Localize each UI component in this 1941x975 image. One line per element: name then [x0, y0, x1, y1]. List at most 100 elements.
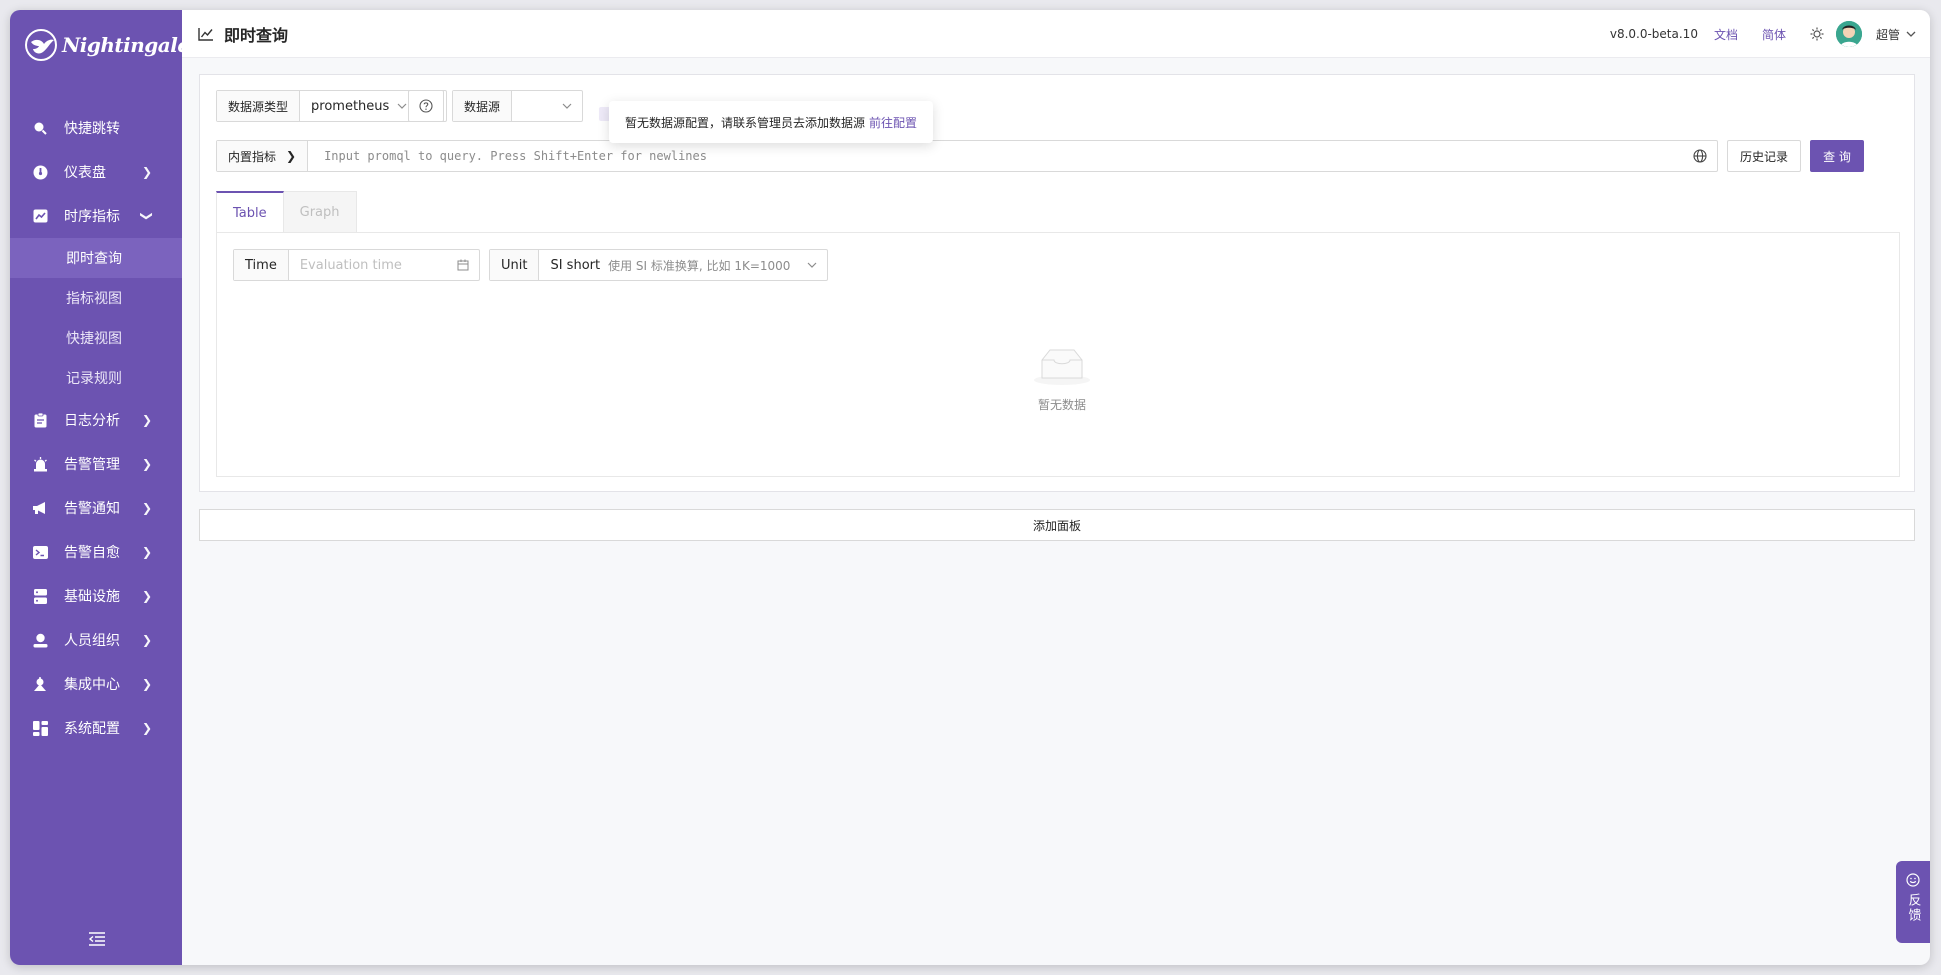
settings-grid-icon [32, 720, 48, 736]
feedback-label: 反馈 [1905, 893, 1921, 923]
sun-icon[interactable] [1810, 27, 1824, 41]
logo[interactable]: Nightingale [24, 28, 190, 62]
empty-state: 暂无数据 [1027, 346, 1097, 413]
sidebar-item-label: 集成中心 [64, 677, 120, 693]
sidebar-subitem-instant-query[interactable]: 即时查询 [10, 238, 182, 278]
chevron-right-icon: ❯ [141, 677, 152, 691]
sidebar-item-label: 基础设施 [64, 589, 120, 605]
globe-icon[interactable] [1693, 149, 1707, 163]
sidebar-item-alert-notification[interactable]: 告警通知 ❯ [10, 486, 182, 530]
tab-content: Time Evaluation time Unit SI short 使用 SI… [216, 232, 1900, 477]
tab-table[interactable]: Table [216, 191, 284, 233]
smile-icon [1906, 873, 1920, 887]
time-input[interactable]: Evaluation time [289, 258, 457, 273]
user-icon [32, 632, 48, 648]
page-title: 即时查询 [224, 25, 289, 45]
dashboard-icon [32, 164, 48, 180]
empty-text: 暂无数据 [1037, 398, 1086, 412]
avatar[interactable] [1835, 21, 1862, 47]
help-button[interactable] [408, 90, 444, 122]
history-button[interactable]: 历史记录 [1727, 140, 1801, 172]
sidebar-item-label: 告警自愈 [64, 545, 120, 561]
sidebar-item-dashboard[interactable]: 仪表盘 ❯ [10, 150, 182, 194]
sidebar-subitem-label: 快捷视图 [66, 331, 122, 347]
datasource-type-label: 数据源类型 [217, 91, 301, 121]
version-label: v8.0.0-beta.10 [1609, 27, 1698, 41]
chevron-right-icon: ❯ [141, 413, 152, 427]
chevron-right-icon: ❯ [141, 589, 152, 603]
promql-input[interactable]: Input promql to query. Press Shift+Enter… [308, 141, 1693, 171]
sidebar: Nightingale 快捷跳转 仪表盘 ❯ 时序指标 ❯ 即时查询 指标视图 … [10, 10, 190, 965]
chevron-down-icon [807, 262, 817, 268]
chevron-right-icon: ❯ [141, 501, 152, 515]
time-label: Time [234, 250, 289, 280]
clipboard-icon [32, 412, 48, 428]
user-name[interactable]: 超管 [1876, 26, 1900, 43]
chevron-down-icon[interactable] [1906, 31, 1916, 38]
sidebar-item-alert-management[interactable]: 告警管理 ❯ [10, 442, 182, 486]
chevron-right-icon: ❯ [141, 457, 152, 471]
sidebar-item-quick-jump[interactable]: 快捷跳转 [10, 106, 182, 150]
sidebar-item-integration-center[interactable]: 集成中心 ❯ [10, 662, 182, 706]
app-window: Nightingale 快捷跳转 仪表盘 ❯ 时序指标 ❯ 即时查询 指标视图 … [10, 10, 1930, 965]
avatar-image [1835, 21, 1862, 47]
sidebar-subitem-metric-view[interactable]: 指标视图 [10, 278, 182, 318]
add-panel-button[interactable]: 添加面板 [199, 509, 1915, 541]
sidebar-item-label: 日志分析 [64, 413, 120, 429]
top-header: 即时查询 v8.0.0-beta.10 文档 简体 超管 [182, 10, 1930, 58]
header-actions: v8.0.0-beta.10 文档 简体 超管 [1610, 10, 1916, 58]
evaluation-time-picker[interactable]: Time Evaluation time [233, 249, 480, 281]
chevron-right-icon: ❯ [141, 545, 152, 559]
popover-message: 暂无数据源配置，请联系管理员去添加数据源 [625, 115, 866, 130]
feedback-button[interactable]: 反馈 [1896, 861, 1930, 943]
sidebar-item-system-config[interactable]: 系统配置 ❯ [10, 706, 182, 750]
sidebar-item-alert-self-healing[interactable]: 告警自愈 ❯ [10, 530, 182, 574]
result-tabs: Table Graph [216, 191, 357, 233]
sidebar-subitem-label: 即时查询 [66, 251, 122, 267]
sidebar-item-label: 告警管理 [64, 457, 120, 473]
megaphone-icon [32, 500, 48, 516]
calendar-icon [457, 259, 469, 271]
tab-graph[interactable]: Graph [283, 191, 357, 233]
chart-line-icon [198, 27, 213, 41]
goto-config-link[interactable]: 前往配置 [869, 114, 917, 131]
sidebar-subitem-recording-rules[interactable]: 记录规则 [10, 358, 182, 398]
chart-line-icon [32, 208, 48, 224]
collapse-sidebar-icon[interactable] [88, 931, 106, 947]
sidebar-item-label: 快捷跳转 [64, 121, 120, 137]
sidebar-item-label: 系统配置 [64, 721, 120, 737]
sidebar-item-label: 仪表盘 [64, 165, 106, 181]
sidebar-subitem-label: 指标视图 [66, 291, 122, 307]
sidebar-item-label: 告警通知 [64, 501, 120, 517]
chevron-down-icon: ❯ [139, 210, 154, 222]
server-icon [32, 588, 48, 604]
sidebar-item-metrics[interactable]: 时序指标 ❯ [10, 194, 182, 238]
unit-select[interactable]: Unit SI short 使用 SI 标准换算, 比如 1K=1000 [489, 249, 828, 281]
chevron-down-icon [397, 103, 407, 109]
builtin-metrics-label: 内置指标 [228, 149, 277, 164]
siren-icon [32, 456, 48, 472]
promql-bar: 内置指标 ❯ Input promql to query. Press Shif… [216, 140, 1718, 172]
datasource-select[interactable]: 数据源 [452, 90, 583, 122]
integration-icon [32, 676, 48, 692]
sidebar-subitem-quick-view[interactable]: 快捷视图 [10, 318, 182, 358]
sidebar-item-infrastructure[interactable]: 基础设施 ❯ [10, 574, 182, 618]
language-switch[interactable]: 简体 [1762, 26, 1786, 43]
sidebar-item-log-analysis[interactable]: 日志分析 ❯ [10, 398, 182, 442]
builtin-metrics-button[interactable]: 内置指标 ❯ [217, 141, 309, 171]
sidebar-item-people-org[interactable]: 人员组织 ❯ [10, 618, 182, 662]
chevron-right-icon: ❯ [141, 633, 152, 647]
docs-link[interactable]: 文档 [1714, 26, 1738, 43]
empty-inbox-icon [1034, 349, 1090, 385]
sidebar-nav: 快捷跳转 仪表盘 ❯ 时序指标 ❯ 即时查询 指标视图 快捷视图 记录规则 日志… [10, 106, 182, 750]
sidebar-subitem-label: 记录规则 [66, 371, 122, 387]
no-datasource-popover: 暂无数据源配置，请联系管理员去添加数据源 前往配置 [609, 101, 933, 143]
sidebar-item-label: 人员组织 [64, 633, 120, 649]
nightingale-bird-icon [25, 29, 57, 61]
datasource-type-value: prometheus [311, 98, 390, 114]
logo-text: Nightingale [62, 33, 190, 57]
terminal-icon [32, 544, 48, 560]
unit-label: Unit [490, 250, 540, 280]
datasource-label: 数据源 [453, 91, 513, 121]
query-button[interactable]: 查 询 [1810, 140, 1864, 172]
